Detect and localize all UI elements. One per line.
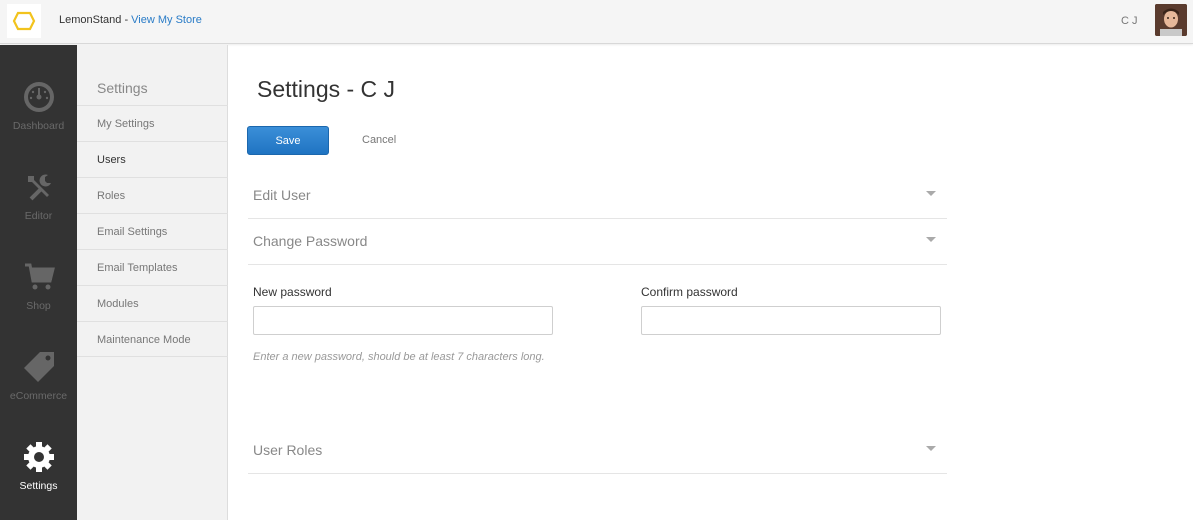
nav-editor[interactable]: Editor xyxy=(0,170,77,260)
nav-dashboard-label: Dashboard xyxy=(12,120,65,132)
view-store-link[interactable]: View My Store xyxy=(131,14,202,26)
submenu-title: Settings xyxy=(97,80,148,96)
submenu-item-users[interactable]: Users xyxy=(77,141,228,177)
confirm-password-field[interactable] xyxy=(641,306,941,335)
tag-icon xyxy=(22,350,56,384)
cancel-button[interactable]: Cancel xyxy=(362,134,396,146)
submenu-item-my-settings[interactable]: My Settings xyxy=(77,105,228,141)
new-password-label: New password xyxy=(253,285,332,299)
lemonstand-logo-icon[interactable] xyxy=(7,4,41,38)
gauge-icon xyxy=(22,80,56,114)
submenu-list: My Settings Users Roles Email Settings E… xyxy=(77,105,228,357)
nav-editor-label: Editor xyxy=(24,210,53,222)
submenu-item-roles[interactable]: Roles xyxy=(77,177,228,213)
brand-separator: - xyxy=(121,14,132,26)
settings-submenu: Settings My Settings Users Roles Email S… xyxy=(77,45,228,520)
submenu-item-maintenance-mode[interactable]: Maintenance Mode xyxy=(77,321,228,357)
gear-icon xyxy=(22,440,56,474)
section-edit-user[interactable]: Edit User xyxy=(248,173,947,219)
tools-icon xyxy=(22,170,56,204)
main-nav: Dashboard Editor Shop eCommerce Settings xyxy=(0,45,77,520)
confirm-password-label: Confirm password xyxy=(641,285,738,299)
submenu-item-email-settings[interactable]: Email Settings xyxy=(77,213,228,249)
nav-shop-label: Shop xyxy=(26,300,51,312)
password-hint: Enter a new password, should be at least… xyxy=(253,351,545,363)
page-title: Settings - C J xyxy=(257,76,396,102)
nav-shop[interactable]: Shop xyxy=(0,260,77,350)
section-change-password-title: Change Password xyxy=(253,233,368,249)
chevron-down-icon xyxy=(926,237,936,242)
user-name[interactable]: C J xyxy=(1121,15,1138,27)
submenu-item-email-templates[interactable]: Email Templates xyxy=(77,249,228,285)
section-user-roles-title: User Roles xyxy=(253,442,323,458)
chevron-down-icon xyxy=(926,191,936,196)
section-user-roles[interactable]: User Roles xyxy=(248,428,947,474)
avatar[interactable] xyxy=(1155,4,1187,36)
nav-ecommerce-label: eCommerce xyxy=(9,390,68,402)
new-password-field[interactable] xyxy=(253,306,553,335)
nav-dashboard[interactable]: Dashboard xyxy=(0,80,77,170)
nav-ecommerce[interactable]: eCommerce xyxy=(0,350,77,440)
nav-settings[interactable]: Settings xyxy=(0,440,77,520)
brand-bar: LemonStand - View My Store xyxy=(59,14,202,26)
brand-name: LemonStand xyxy=(59,14,122,26)
nav-settings-label: Settings xyxy=(19,480,58,492)
save-button[interactable]: Save xyxy=(247,126,329,155)
top-bar: LemonStand - View My Store C J xyxy=(0,0,1193,44)
chevron-down-icon xyxy=(926,446,936,451)
section-edit-user-title: Edit User xyxy=(253,187,311,203)
submenu-item-modules[interactable]: Modules xyxy=(77,285,228,321)
section-change-password[interactable]: Change Password xyxy=(248,219,947,265)
cart-icon xyxy=(22,260,56,294)
